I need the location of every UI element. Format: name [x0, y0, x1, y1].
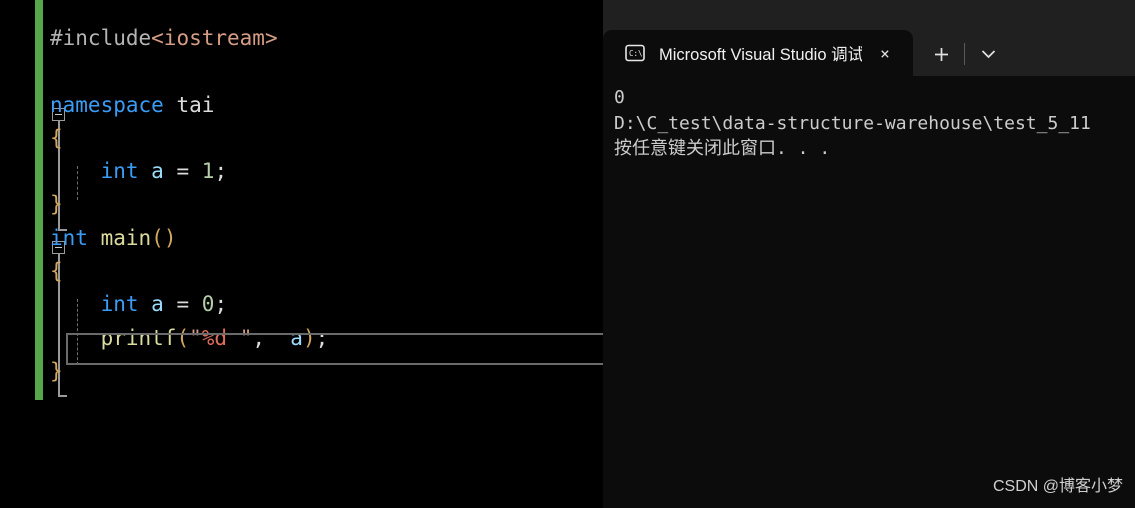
code-editor-pane[interactable]: #include<iostream> namespace tai { int a … — [0, 0, 603, 508]
code-token: namespace — [50, 92, 164, 117]
console-output-area[interactable]: 0 D:\C_test\data-structure-warehouse\test… — [603, 76, 1135, 508]
console-line: D:\C_test\data-structure-warehouse\test_… — [614, 112, 1091, 134]
code-line[interactable]: int a = 0; — [50, 288, 328, 321]
code-token: 0 — [201, 292, 215, 317]
code-token: 1 — [201, 159, 215, 184]
code-line[interactable]: namespace tai — [50, 89, 328, 122]
code-line[interactable]: printf("%d ", a); — [50, 322, 329, 355]
code-token: ; — [214, 292, 228, 317]
code-token: main — [100, 225, 152, 250]
code-text[interactable]: #include<iostream> namespace tai { int a … — [50, 22, 328, 388]
chevron-down-icon — [981, 50, 995, 59]
code-token: , — [252, 325, 265, 350]
terminal-tab-title: Microsoft Visual Studio 调试控 — [659, 46, 862, 64]
code-line[interactable]: int a = 1; — [50, 155, 328, 188]
tab-strip: C:\ Microsoft Visual Studio 调试控 × — [603, 30, 913, 76]
code-line[interactable]: #include<iostream> — [50, 22, 328, 55]
console-line: 按任意键关闭此窗口. . . — [614, 138, 831, 159]
code-token: ; — [315, 325, 329, 350]
code-token: a — [151, 292, 164, 317]
code-token: #include — [50, 26, 152, 50]
code-line[interactable]: int main() — [50, 222, 328, 255]
terminal-titlebar[interactable]: C:\ Microsoft Visual Studio 调试控 × — [603, 0, 1135, 76]
tab-dropdown-button[interactable] — [970, 37, 1006, 71]
code-token: int — [100, 292, 139, 317]
code-token: } — [50, 192, 63, 217]
code-token: ; — [214, 159, 228, 184]
code-line[interactable]: { — [50, 122, 328, 155]
code-line[interactable] — [50, 55, 328, 88]
code-token: = — [176, 292, 190, 317]
code-token: () — [151, 225, 177, 250]
code-token: tai — [163, 92, 215, 117]
code-token: = — [176, 159, 190, 184]
code-token: " — [189, 325, 202, 350]
code-token: printf — [100, 325, 177, 350]
code-token: %d — [201, 325, 228, 350]
tab-actions — [923, 36, 1006, 72]
new-tab-button[interactable] — [923, 37, 959, 71]
code-line[interactable]: { — [50, 255, 328, 288]
console-icon: C:\ — [625, 44, 645, 62]
code-token: } — [50, 358, 63, 383]
code-line[interactable]: } — [50, 355, 328, 388]
code-token: { — [50, 125, 63, 150]
svg-text:C:\: C:\ — [629, 49, 643, 58]
code-line[interactable]: } — [50, 188, 328, 221]
tab-actions-divider — [964, 43, 965, 65]
close-icon[interactable]: × — [872, 40, 898, 66]
code-token: a — [151, 159, 164, 184]
code-token: ( — [176, 325, 190, 350]
console-output-text: 0 D:\C_test\data-structure-warehouse\test… — [614, 85, 1091, 162]
code-token: a — [290, 325, 303, 350]
code-token: int — [100, 159, 139, 184]
code-token: ) — [302, 325, 316, 350]
code-token: { — [50, 259, 63, 284]
unsaved-change-bar — [35, 0, 43, 400]
terminal-tab-active[interactable]: C:\ Microsoft Visual Studio 调试控 × — [603, 30, 913, 76]
debug-console-window[interactable]: C:\ Microsoft Visual Studio 调试控 × 0 D:\C… — [603, 0, 1135, 508]
csdn-watermark: CSDN @博客小梦 — [992, 478, 1123, 495]
console-line: 0 — [614, 87, 625, 108]
code-token: <iostream> — [151, 26, 278, 50]
code-token: " — [227, 325, 253, 350]
code-token: int — [50, 225, 88, 250]
plus-icon — [934, 47, 948, 61]
